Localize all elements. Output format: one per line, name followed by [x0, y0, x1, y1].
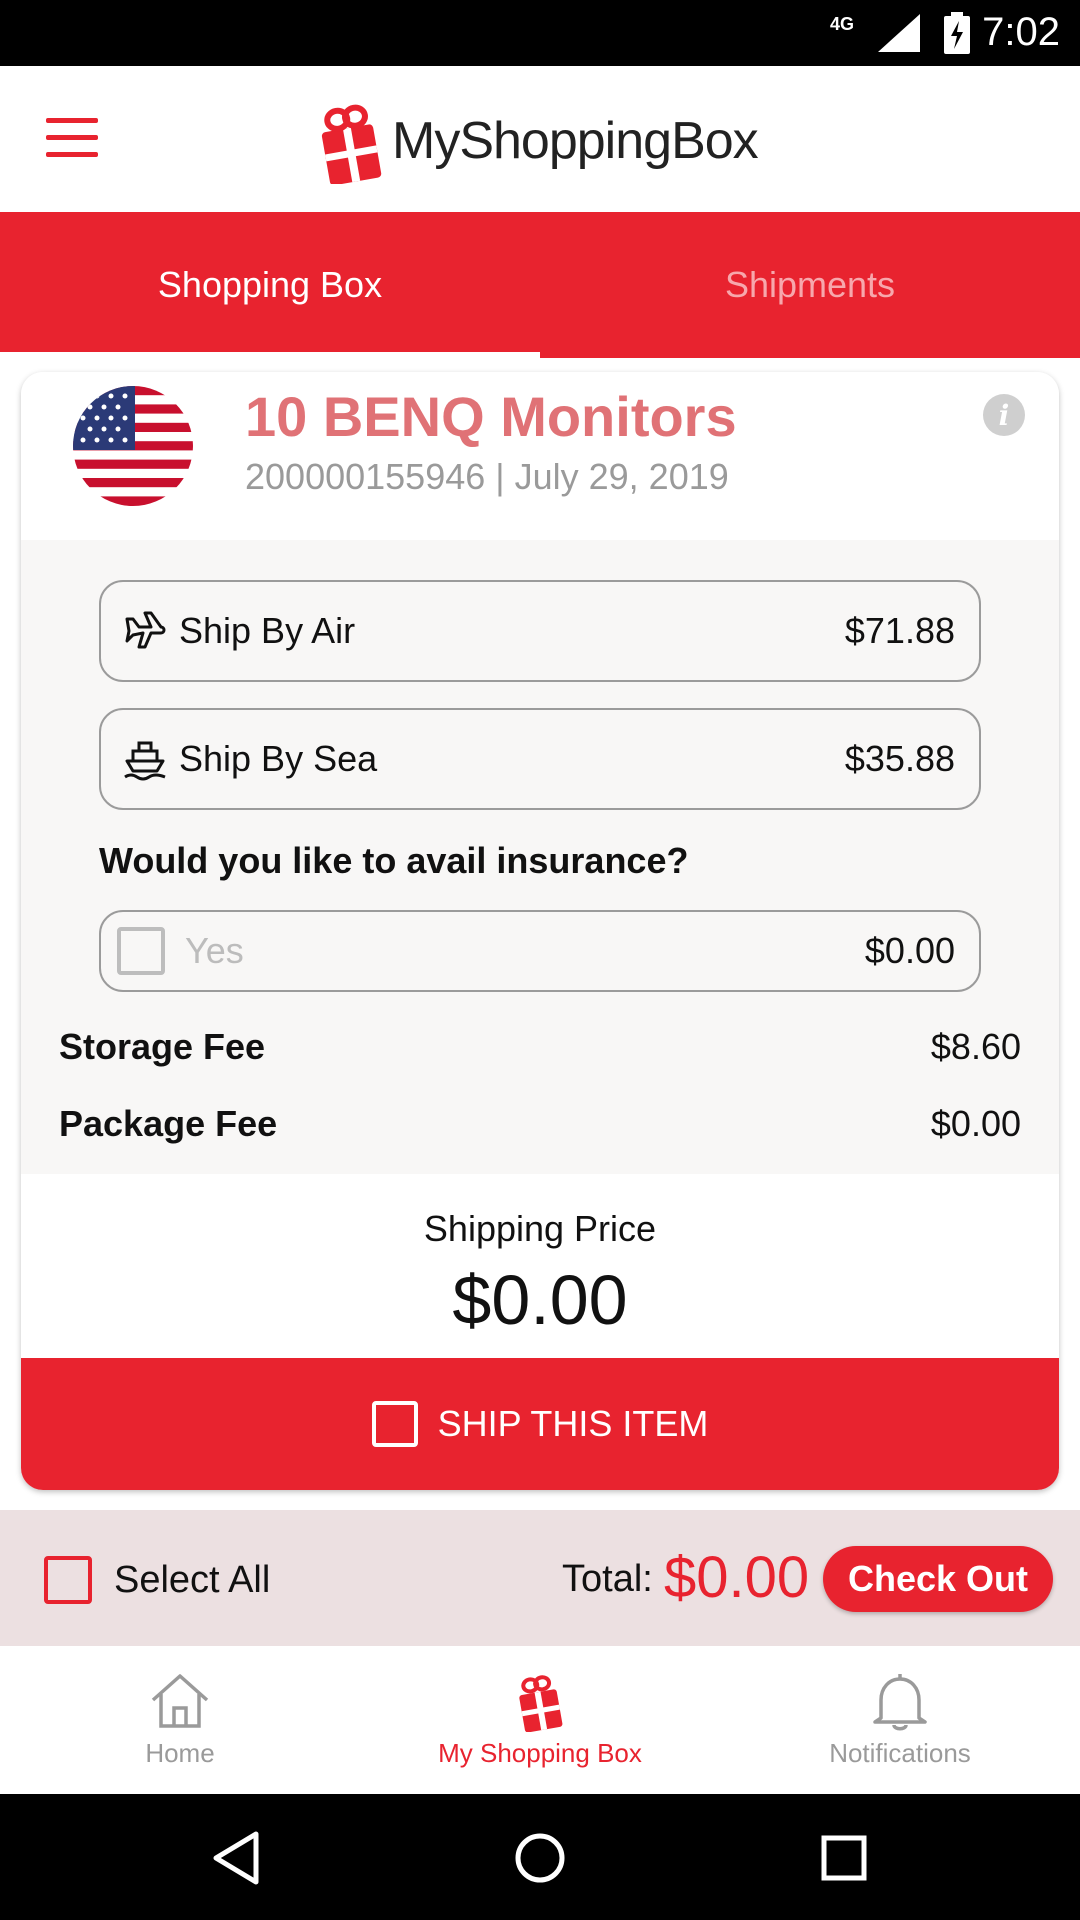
checkout-summary-bar: Select All Total: $0.00 Check Out	[0, 1510, 1080, 1646]
total-label: Total:	[562, 1558, 653, 1600]
airplane-icon	[125, 611, 166, 649]
package-fee-value: $0.00	[930, 1103, 1021, 1144]
select-all-toggle[interactable]: Select All	[44, 1556, 270, 1604]
tab-shopping-box[interactable]: Shopping Box	[0, 212, 540, 358]
app-bar: MyShoppingBox	[0, 66, 1080, 212]
nav-my-shopping-box-label: My Shopping Box	[438, 1738, 642, 1768]
item-title: 10 BENQ Monitors	[245, 385, 737, 448]
us-flag-icon	[73, 386, 193, 506]
brand-logo: MyShoppingBox	[318, 96, 759, 186]
info-icon[interactable]: i	[983, 394, 1025, 436]
storage-fee-row: Storage Fee $8.60	[59, 1026, 1021, 1068]
ship-by-air-label: Ship By Air	[179, 610, 356, 651]
select-all-label: Select All	[114, 1558, 271, 1601]
ship-by-sea-price: $35.88	[844, 738, 955, 779]
insurance-checkbox[interactable]	[117, 927, 165, 975]
system-navigation-bar	[0, 1794, 1080, 1920]
brand-name: MyShoppingBox	[392, 112, 759, 170]
back-icon[interactable]	[208, 1830, 264, 1886]
clock: 7:02	[982, 10, 1060, 54]
item-subtitle: 200000155946 | July 29, 2019	[245, 456, 729, 497]
ship-this-item-button[interactable]: SHIP THIS ITEM	[21, 1358, 1059, 1490]
bell-icon	[873, 1674, 927, 1731]
tab-bar: Shopping Box Shipments	[0, 212, 1080, 358]
shipping-options-section: Ship By Air $71.88 Ship By Sea $35.88 Wo…	[21, 540, 1059, 1174]
home-icon	[151, 1674, 209, 1728]
recents-icon[interactable]	[816, 1830, 872, 1886]
ship-by-air-price: $71.88	[844, 610, 955, 651]
nav-my-shopping-box[interactable]: My Shopping Box	[360, 1646, 720, 1794]
status-bar: 4G 7:02	[0, 0, 1080, 66]
shipping-price-label: Shipping Price	[423, 1208, 657, 1249]
hamburger-menu-icon[interactable]	[46, 118, 98, 158]
item-card: 10 BENQ Monitors 200000155946 | July 29,…	[21, 372, 1059, 1490]
shipping-price-section: Shipping Price $0.00	[21, 1174, 1059, 1358]
nav-notifications-label: Notifications	[829, 1738, 971, 1768]
package-fee-row: Package Fee $0.00	[59, 1103, 1021, 1145]
ship-by-sea-option[interactable]: Ship By Sea $35.88	[99, 708, 981, 810]
checkout-button[interactable]: Check Out	[823, 1546, 1053, 1612]
ship-this-item-checkbox[interactable]	[371, 1401, 418, 1447]
insurance-price: $0.00	[864, 930, 955, 971]
network-type: 4G	[829, 14, 854, 34]
tab-shipments[interactable]: Shipments	[540, 212, 1080, 358]
ship-this-item-label: SHIP THIS ITEM	[437, 1403, 709, 1444]
ship-by-sea-label: Ship By Sea	[179, 738, 378, 779]
insurance-option-label: Yes	[185, 930, 244, 971]
insurance-question: Would you like to avail insurance?	[99, 840, 689, 881]
home-circle-icon[interactable]	[512, 1830, 568, 1886]
signal-icon	[878, 14, 920, 52]
gift-logo-icon	[321, 104, 382, 184]
battery-charging-icon	[944, 12, 970, 54]
select-all-checkbox[interactable]	[44, 1556, 92, 1604]
nav-home[interactable]: Home	[0, 1646, 360, 1794]
item-header: 10 BENQ Monitors 200000155946 | July 29,…	[21, 372, 1059, 540]
total-value: $0.00	[664, 1545, 810, 1610]
package-fee-label: Package Fee	[59, 1103, 278, 1144]
gift-icon	[519, 1675, 563, 1732]
storage-fee-value: $8.60	[930, 1026, 1021, 1067]
ship-by-air-option[interactable]: Ship By Air $71.88	[99, 580, 981, 682]
storage-fee-label: Storage Fee	[59, 1026, 266, 1067]
ship-icon	[124, 741, 166, 781]
shipping-price-value: $0.00	[452, 1261, 628, 1339]
nav-home-label: Home	[145, 1738, 215, 1768]
nav-notifications[interactable]: Notifications	[720, 1646, 1080, 1794]
bottom-navigation: Home My Shopping Box Notifications	[0, 1646, 1080, 1794]
insurance-option[interactable]: Yes $0.00	[99, 910, 981, 992]
